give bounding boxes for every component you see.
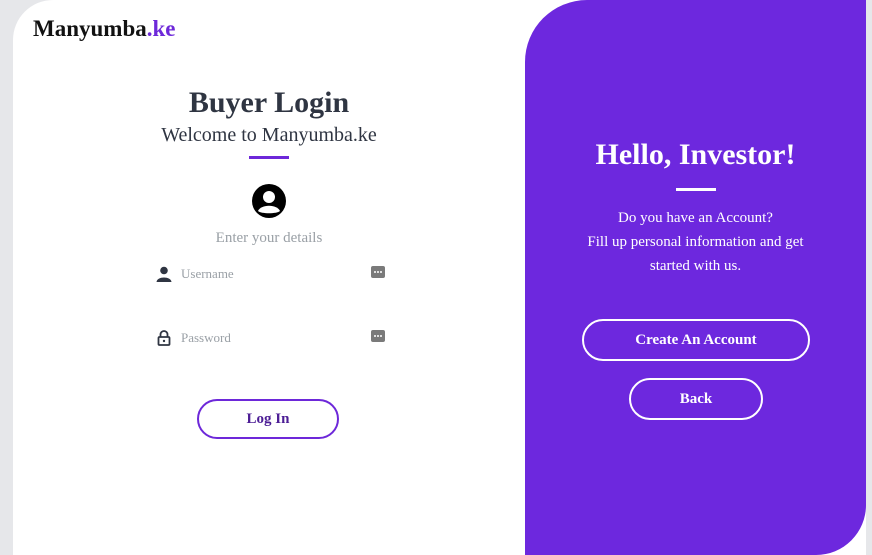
create-account-button[interactable]: Create An Account xyxy=(582,319,810,361)
username-field xyxy=(155,260,385,288)
brand-suffix: .ke xyxy=(146,16,176,41)
side-text-line1: Do you have an Account? xyxy=(618,210,773,226)
password-field xyxy=(155,324,385,352)
side-text-line2: Fill up personal information and get xyxy=(587,234,804,250)
brand-logo[interactable]: Manyumba.ke xyxy=(33,16,176,42)
page-subtitle: Welcome to Manyumba.ke xyxy=(161,124,377,146)
side-text-line3: started with us. xyxy=(649,258,742,274)
person-icon xyxy=(155,265,173,283)
title-divider xyxy=(249,156,289,159)
side-divider xyxy=(676,188,716,191)
login-panel: Manyumba.ke Buyer Login Welcome to Manyu… xyxy=(13,0,525,555)
lock-icon xyxy=(155,329,173,347)
password-manager-key-icon[interactable] xyxy=(371,330,385,342)
password-manager-key-icon[interactable] xyxy=(371,266,385,278)
page-title: Buyer Login xyxy=(188,86,350,119)
user-circle-icon xyxy=(251,183,287,219)
login-card: Manyumba.ke Buyer Login Welcome to Manyu… xyxy=(13,0,866,555)
form-hint: Enter your details xyxy=(215,230,323,246)
username-input[interactable] xyxy=(181,266,361,282)
signup-panel: Hello, Investor! Do you have an Account?… xyxy=(525,0,866,555)
side-title: Hello, Investor! xyxy=(595,138,796,171)
back-button[interactable]: Back xyxy=(629,378,763,420)
password-input[interactable] xyxy=(181,330,361,346)
login-button[interactable]: Log In xyxy=(197,399,339,439)
brand-name: Manyumba xyxy=(33,16,147,41)
